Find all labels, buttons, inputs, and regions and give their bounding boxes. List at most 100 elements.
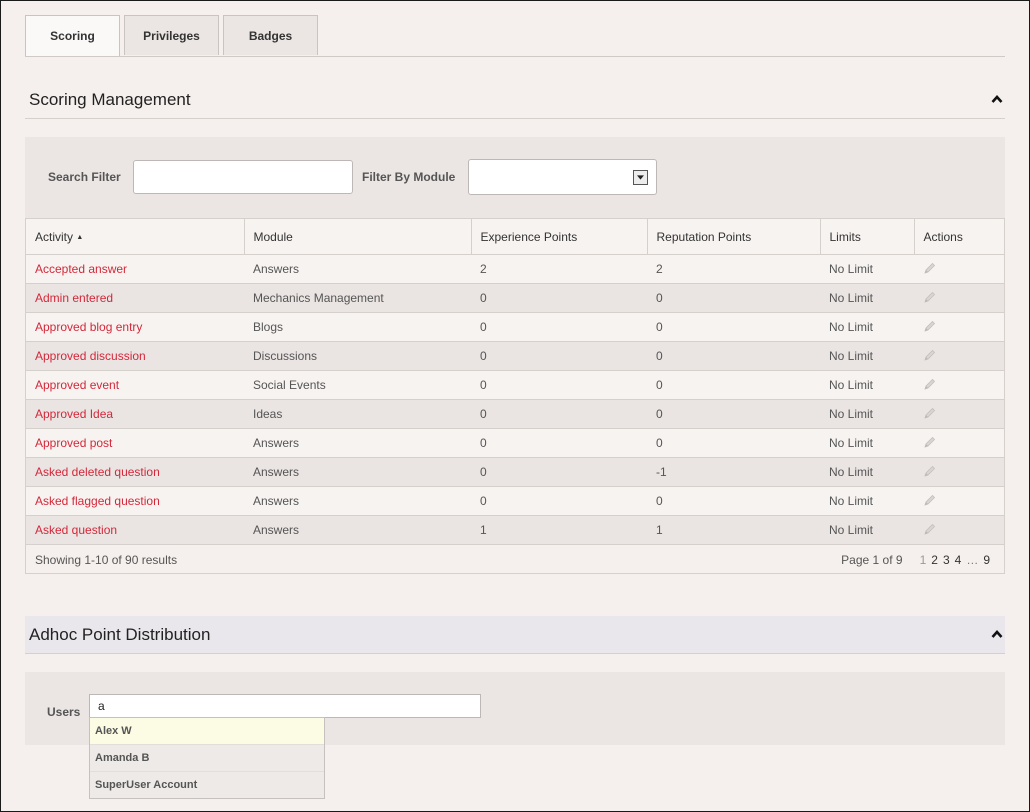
module-cell: Answers (244, 457, 471, 487)
activity-link[interactable]: Asked flagged question (35, 494, 160, 508)
table-row: Asked question Answers 1 1 No Limit (26, 515, 1004, 545)
pencil-icon[interactable] (923, 464, 937, 478)
actions-cell (914, 312, 1004, 342)
section-title: Adhoc Point Distribution (29, 625, 211, 644)
pencil-icon[interactable] (923, 290, 937, 304)
module-filter-select[interactable] (468, 159, 657, 195)
activity-link[interactable]: Approved post (35, 436, 112, 450)
experience-points-cell: 2 (471, 254, 647, 284)
pencil-icon[interactable] (923, 493, 937, 507)
reputation-points-cell: 2 (647, 254, 820, 284)
limit-cell: No Limit (820, 254, 914, 284)
column-header-reputation-points[interactable]: Reputation Points (647, 219, 821, 255)
suggestion-item[interactable]: Alex W (90, 718, 324, 745)
search-filter-input[interactable] (133, 160, 353, 194)
actions-cell (914, 515, 1004, 545)
module-cell: Discussions (244, 341, 471, 371)
users-label: Users (47, 705, 81, 719)
activity-link[interactable]: Approved Idea (35, 407, 113, 421)
column-header-actions: Actions (914, 219, 1004, 255)
activity-cell: Asked flagged question (26, 486, 244, 516)
chevron-up-icon[interactable] (991, 629, 1003, 639)
module-filter-label: Filter By Module (362, 170, 456, 184)
activity-cell: Approved Idea (26, 399, 244, 429)
activity-link[interactable]: Admin entered (35, 291, 113, 305)
column-header-module[interactable]: Module (244, 219, 472, 255)
module-cell: Answers (244, 515, 471, 545)
activity-link[interactable]: Asked question (35, 523, 117, 537)
column-header-experience-points[interactable]: Experience Points (471, 219, 648, 255)
activity-link[interactable]: Accepted answer (35, 262, 127, 276)
activity-cell: Asked question (26, 515, 244, 545)
tab-scoring[interactable]: Scoring (25, 15, 120, 56)
module-cell: Answers (244, 254, 471, 284)
page-link-3[interactable]: 3 (943, 553, 950, 567)
activity-link[interactable]: Approved discussion (35, 349, 146, 363)
limit-cell: No Limit (820, 515, 914, 545)
pencil-icon[interactable] (923, 261, 937, 275)
page-link-2[interactable]: 2 (931, 553, 938, 567)
reputation-points-cell: 0 (647, 486, 820, 516)
tab-badges[interactable]: Badges (223, 15, 318, 55)
suggestion-item[interactable]: SuperUser Account (90, 772, 324, 798)
limit-cell: No Limit (820, 312, 914, 342)
pencil-icon[interactable] (923, 435, 937, 449)
sort-ascending-icon: ▲ (76, 233, 84, 241)
page-ellipsis: … (966, 553, 979, 567)
users-input[interactable] (89, 694, 481, 718)
experience-points-cell: 0 (471, 399, 647, 429)
activity-link[interactable]: Approved event (35, 378, 119, 392)
experience-points-cell: 0 (471, 341, 647, 371)
limit-cell: No Limit (820, 370, 914, 400)
actions-cell (914, 399, 1004, 429)
reputation-points-cell: -1 (647, 457, 820, 487)
table-row: Approved post Answers 0 0 No Limit (26, 428, 1004, 458)
activity-cell: Approved blog entry (26, 312, 244, 342)
table-row: Admin entered Mechanics Management 0 0 No Li… (26, 283, 1004, 313)
limit-cell: No Limit (820, 399, 914, 429)
pencil-icon[interactable] (923, 406, 937, 420)
limit-cell: No Limit (820, 283, 914, 313)
experience-points-cell: 0 (471, 312, 647, 342)
chevron-up-icon[interactable] (991, 94, 1003, 104)
column-header-limits[interactable]: Limits (820, 219, 915, 255)
pencil-icon[interactable] (923, 522, 937, 536)
module-cell: Ideas (244, 399, 471, 429)
scoring-section-header: Scoring Management (25, 81, 1005, 119)
actions-cell (914, 457, 1004, 487)
table-row: Approved Idea Ideas 0 0 No Limit (26, 399, 1004, 429)
activity-link[interactable]: Asked deleted question (35, 465, 160, 479)
reputation-points-cell: 0 (647, 428, 820, 458)
suggestion-item[interactable]: Amanda B (90, 745, 324, 772)
reputation-points-cell: 0 (647, 341, 820, 371)
column-header-activity[interactable]: Activity ▲ (26, 219, 245, 255)
module-cell: Answers (244, 428, 471, 458)
dropdown-arrow-icon[interactable] (633, 170, 648, 185)
table-row: Asked flagged question Answers 0 0 No Limit (26, 486, 1004, 516)
limit-cell: No Limit (820, 486, 914, 516)
page-link-4[interactable]: 4 (955, 553, 962, 567)
experience-points-cell: 0 (471, 428, 647, 458)
tab-privileges[interactable]: Privileges (124, 15, 219, 55)
experience-points-cell: 0 (471, 283, 647, 313)
experience-points-cell: 0 (471, 457, 647, 487)
page-indicator: Page 1 of 9 (841, 553, 903, 567)
search-filter-label: Search Filter (48, 170, 121, 184)
pencil-icon[interactable] (923, 377, 937, 391)
reputation-points-cell: 0 (647, 283, 820, 313)
experience-points-cell: 0 (471, 370, 647, 400)
table-header-row: Activity ▲ Module Experience Points Repu… (26, 219, 1004, 255)
results-count: Showing 1-10 of 90 results (35, 553, 178, 567)
page-link-9[interactable]: 9 (983, 553, 990, 567)
reputation-points-cell: 0 (647, 312, 820, 342)
pencil-icon[interactable] (923, 319, 937, 333)
limit-cell: No Limit (820, 457, 914, 487)
pencil-icon[interactable] (923, 348, 937, 362)
app-frame: Scoring Privileges Badges Scoring Manage… (0, 0, 1030, 812)
table-row: Approved discussion Discussions 0 0 No Limit (26, 341, 1004, 371)
page-link-1[interactable]: 1 (920, 553, 927, 567)
activity-link[interactable]: Approved blog entry (35, 320, 142, 334)
adhoc-section-header: Adhoc Point Distribution (25, 616, 1005, 654)
reputation-points-cell: 0 (647, 370, 820, 400)
actions-cell (914, 341, 1004, 371)
